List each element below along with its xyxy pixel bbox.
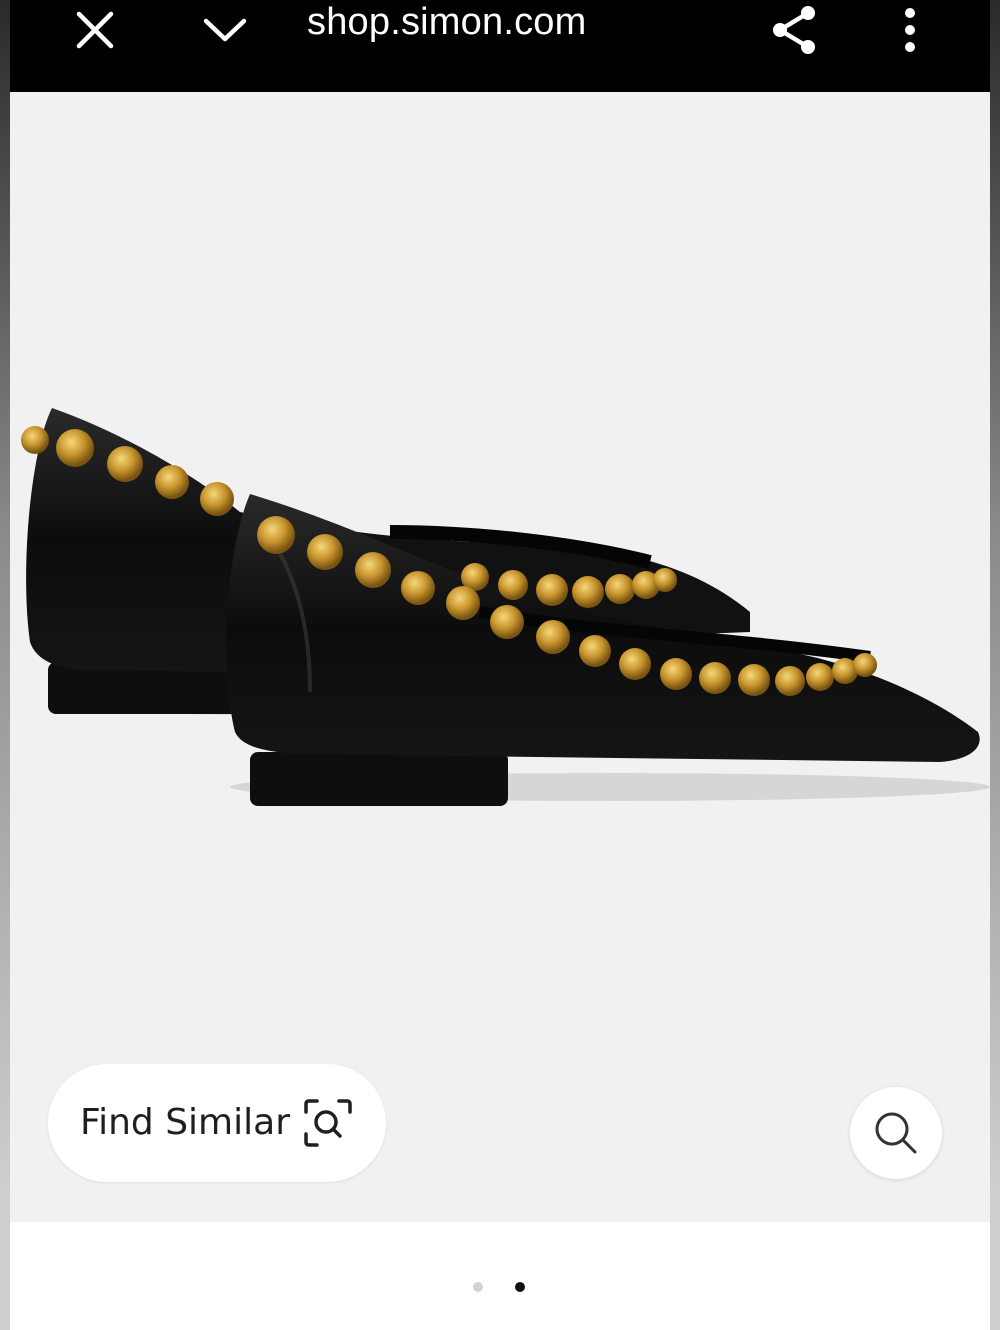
- share-button[interactable]: [755, 0, 835, 60]
- page-url[interactable]: shop.simon.com: [307, 0, 586, 50]
- find-similar-button[interactable]: Find Similar: [48, 1064, 386, 1182]
- browser-top-bar: shop.simon.com: [10, 0, 990, 92]
- search-button[interactable]: [850, 1087, 942, 1179]
- product-image[interactable]: [10, 92, 990, 1222]
- close-icon: [76, 11, 114, 49]
- page-dot-1[interactable]: [473, 1282, 483, 1292]
- left-edge: [0, 0, 10, 1330]
- collapse-button[interactable]: [185, 0, 265, 60]
- more-menu-button[interactable]: [880, 0, 940, 60]
- search-icon: [875, 1112, 917, 1154]
- close-button[interactable]: [65, 0, 125, 60]
- share-icon: [773, 6, 815, 54]
- page-dot-2-active[interactable]: [515, 1282, 525, 1292]
- image-pagination: [10, 1222, 990, 1330]
- image-viewer[interactable]: Find Similar: [10, 92, 990, 1222]
- more-vertical-icon: [905, 8, 915, 52]
- visual-search-icon: [304, 1099, 352, 1147]
- find-similar-label: Find Similar: [80, 1102, 290, 1143]
- right-edge: [990, 0, 1000, 1330]
- chevron-down-icon: [203, 18, 247, 42]
